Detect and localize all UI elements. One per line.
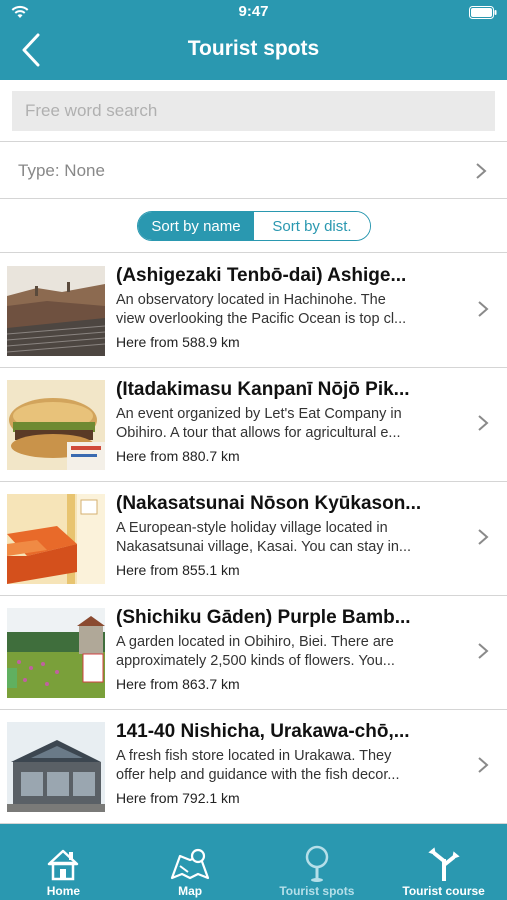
spot-title: (Nakasatsunai Nōson Kyūkason... xyxy=(116,493,422,514)
spot-distance: Here from 588.9 km xyxy=(116,334,240,350)
spot-description: A garden located in Obihiro, Biei. There… xyxy=(116,634,395,669)
home-icon xyxy=(43,844,83,884)
chevron-right-icon xyxy=(478,529,489,545)
spot-description: A European-style holiday village located… xyxy=(116,520,412,555)
spot-distance: Here from 855.1 km xyxy=(116,562,240,578)
spot-distance: Here from 880.7 km xyxy=(116,448,240,464)
route-icon xyxy=(424,844,464,884)
spot-description: A fresh fish store located in Urakawa. T… xyxy=(116,748,400,783)
spot-title: 141-40 Nishicha, Urakawa-chō,... xyxy=(116,721,410,742)
tab-label: Map xyxy=(178,884,203,898)
battery-icon xyxy=(469,6,497,19)
tab-home[interactable]: Home xyxy=(0,824,127,900)
type-filter-label: Type: None xyxy=(18,161,105,180)
spot-thumbnail xyxy=(7,494,105,584)
search-input[interactable] xyxy=(12,91,495,131)
list-item[interactable]: 141-40 Nishicha, Urakawa-chō,... A fresh… xyxy=(0,710,507,824)
chevron-right-icon xyxy=(478,757,489,773)
sort-segmented-control: Sort by name Sort by dist. xyxy=(137,211,371,241)
page-title: Tourist spots xyxy=(187,37,320,60)
sort-by-name-button[interactable]: Sort by name xyxy=(138,212,254,240)
spot-title: (Ashigezaki Tenbō-dai) Ashige... xyxy=(116,265,407,286)
list-item[interactable]: (Nakasatsunai Nōson Kyūkason... A Europe… xyxy=(0,482,507,596)
tab-label: Home xyxy=(46,884,81,898)
spot-list: (Ashigezaki Tenbō-dai) Ashige... An obse… xyxy=(0,254,507,824)
chevron-right-icon xyxy=(476,163,487,179)
spot-thumbnail xyxy=(7,722,105,812)
pin-icon xyxy=(297,844,337,884)
type-filter[interactable]: Type: None xyxy=(0,143,507,199)
chevron-right-icon xyxy=(478,301,489,317)
tab-bar: Home Map Tourist spots Tourist course xyxy=(0,824,507,900)
status-time: 9:47 xyxy=(238,3,269,20)
navigation-bar: 9:47 Tourist spots xyxy=(0,0,507,80)
spot-distance: Here from 792.1 km xyxy=(116,790,240,806)
tab-map[interactable]: Map xyxy=(127,824,254,900)
spot-title: (Itadakimasu Kanpanī Nōjō Pik... xyxy=(116,379,410,400)
chevron-right-icon xyxy=(478,643,489,659)
tab-label: Tourist spots xyxy=(279,884,355,898)
spot-title: (Shichiku Gāden) Purple Bamb... xyxy=(116,607,411,628)
list-item[interactable]: (Shichiku Gāden) Purple Bamb... A garden… xyxy=(0,596,507,710)
map-icon xyxy=(170,844,210,884)
tab-tourist-course[interactable]: Tourist course xyxy=(380,824,507,900)
spot-distance: Here from 863.7 km xyxy=(116,676,240,692)
spot-description: An observatory located in Hachinohe. The… xyxy=(116,292,407,327)
sort-by-distance-button[interactable]: Sort by dist. xyxy=(254,212,370,240)
spot-thumbnail xyxy=(7,380,105,470)
spot-thumbnail xyxy=(7,266,105,356)
chevron-right-icon xyxy=(478,415,489,431)
list-item[interactable]: (Itadakimasu Kanpanī Nōjō Pik... An even… xyxy=(0,368,507,482)
spot-description: An event organized by Let's Eat Company … xyxy=(116,406,402,441)
sort-bar: Sort by name Sort by dist. xyxy=(0,200,507,253)
spot-thumbnail xyxy=(7,608,105,698)
tab-tourist-spots[interactable]: Tourist spots xyxy=(254,824,381,900)
tab-label: Tourist course xyxy=(402,884,485,898)
search-bar xyxy=(0,80,507,142)
list-item[interactable]: (Ashigezaki Tenbō-dai) Ashige... An obse… xyxy=(0,254,507,368)
